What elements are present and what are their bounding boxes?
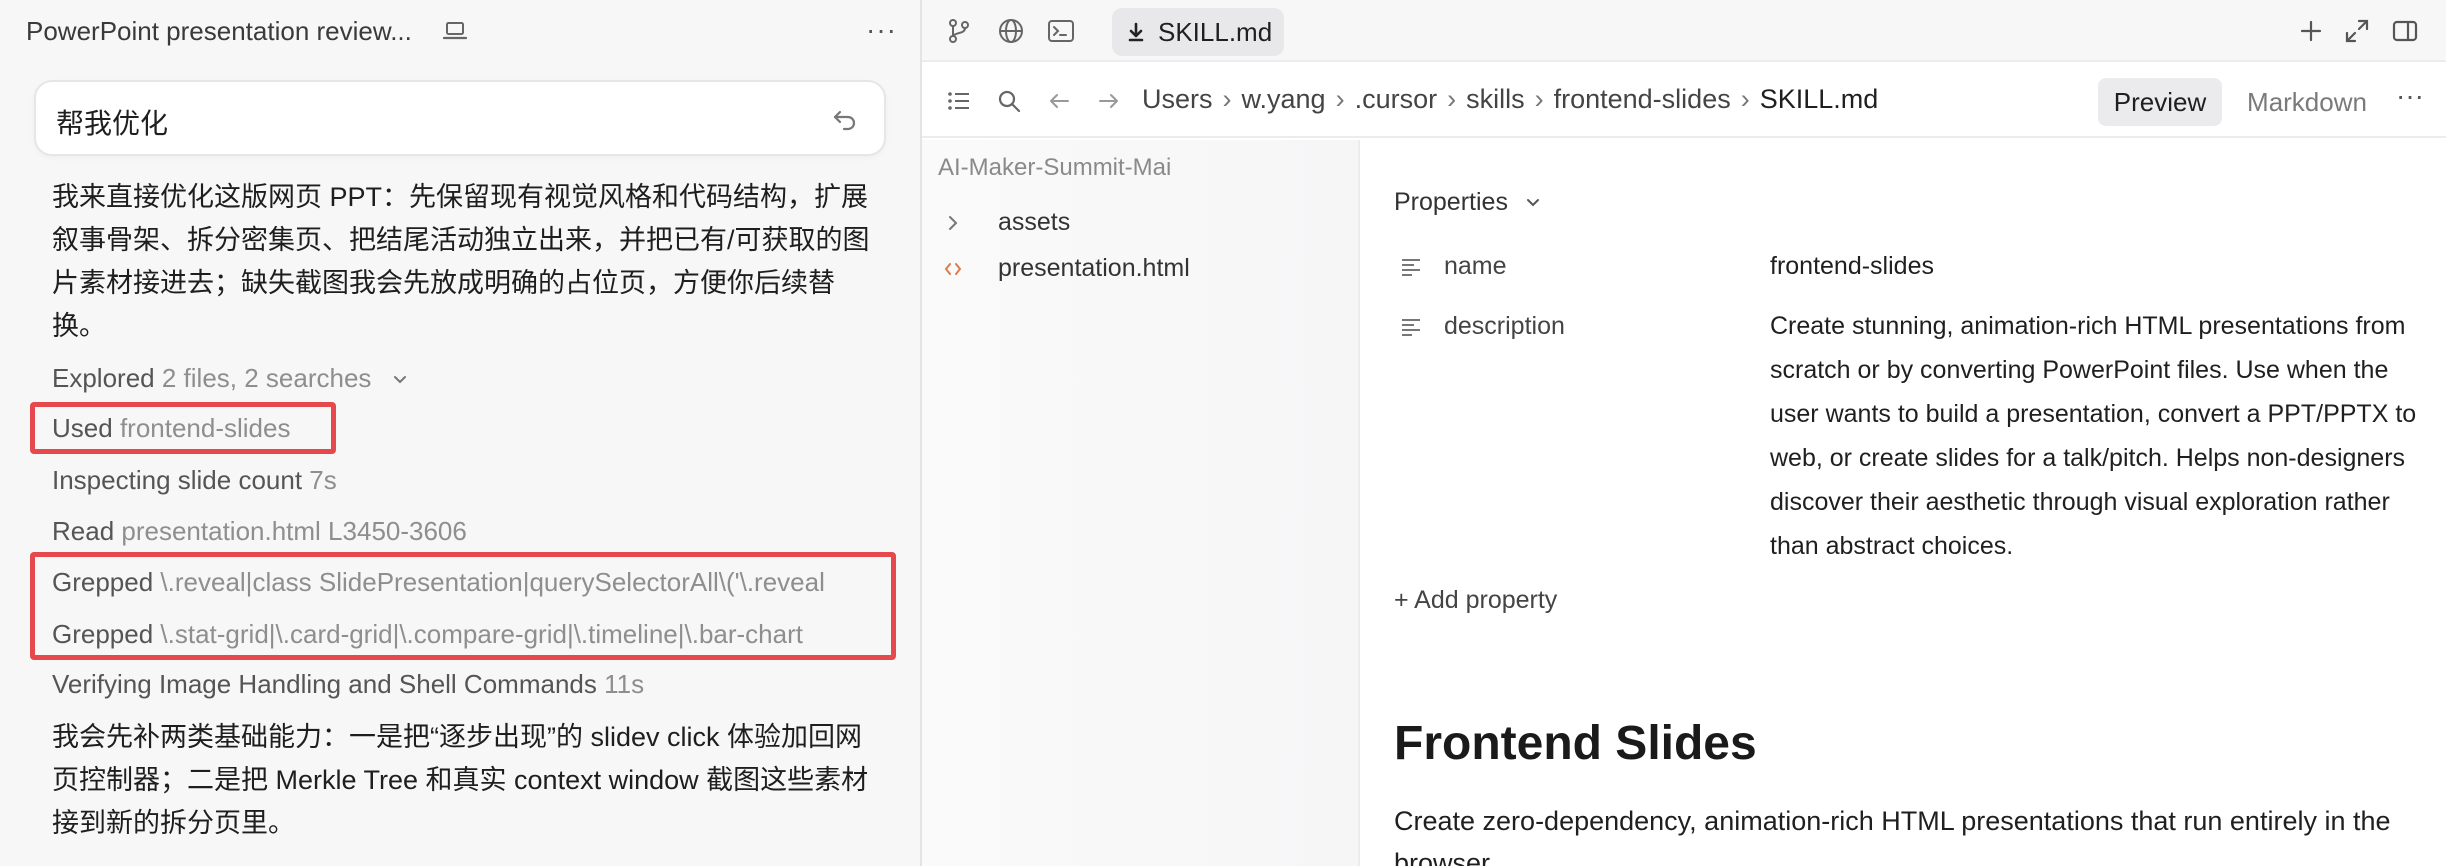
- add-property-button[interactable]: + Add property: [1394, 586, 1557, 615]
- file-tree: AI-Maker-Summit-Mai assets presentation.…: [922, 140, 1360, 866]
- search-icon[interactable]: [994, 86, 1024, 116]
- highlight-box-used: [30, 402, 336, 454]
- step-explored[interactable]: Explored 2 files, 2 searches: [52, 358, 407, 398]
- breadcrumb-current[interactable]: SKILL.md: [1760, 84, 1879, 114]
- property-row-description[interactable]: description Create stunning, animation-r…: [1394, 304, 2416, 568]
- editor-pane: SKILL.md Users › w.yang › .cursor › skills ›: [922, 0, 2446, 866]
- tree-item-assets[interactable]: assets: [942, 204, 1342, 244]
- properties-header[interactable]: Properties: [1394, 188, 1541, 217]
- arrow-left-icon[interactable]: [1044, 86, 1074, 116]
- more-options-button[interactable]: ···: [866, 14, 897, 46]
- property-row-name[interactable]: name frontend-slides: [1394, 244, 2414, 292]
- property-value[interactable]: Create stunning, animation-rich HTML pre…: [1770, 304, 2420, 568]
- breadcrumb-item[interactable]: frontend-slides: [1554, 84, 1731, 114]
- step-detail: 7s: [309, 465, 337, 495]
- assistant-message: 我来直接优化这版网页 PPT：先保留现有视觉风格和代码结构，扩展叙事骨架、拆分密…: [52, 182, 870, 341]
- step-detail: 2 files, 2 searches: [161, 363, 372, 393]
- sidebar-toggle-icon[interactable]: [2390, 16, 2420, 46]
- list-icon[interactable]: [944, 86, 974, 116]
- step-verb: Verifying Image Handling and Shell Comma…: [52, 669, 597, 699]
- step-verifying[interactable]: Verifying Image Handling and Shell Comma…: [52, 664, 644, 704]
- tab-bar: SKILL.md: [922, 0, 2446, 62]
- chat-pane: PowerPoint presentation review... ··· 帮我…: [0, 0, 922, 866]
- git-branch-icon[interactable]: [944, 16, 974, 46]
- tree-item-label: assets: [998, 208, 1071, 236]
- breadcrumb-item[interactable]: skills: [1466, 84, 1525, 114]
- expand-icon[interactable]: [2342, 16, 2372, 46]
- breadcrumb-separator: ›: [1222, 84, 1232, 114]
- document-paragraph: Create zero-dependency, animation-rich H…: [1394, 806, 2391, 866]
- code-icon: [944, 263, 962, 275]
- plus-icon[interactable]: [2296, 16, 2326, 46]
- chevron-right-icon: [949, 216, 958, 230]
- undo-icon[interactable]: [830, 104, 860, 134]
- editor-navbar: Users › w.yang › .cursor › skills › frontend-sli…: [922, 64, 2446, 138]
- chevron-down-icon: [1526, 199, 1539, 207]
- chat-title[interactable]: PowerPoint presentation review...: [26, 16, 412, 47]
- markdown-preview: Properties name frontend-slides descript…: [1362, 140, 2446, 866]
- breadcrumb-item[interactable]: w.yang: [1242, 84, 1326, 114]
- property-value[interactable]: frontend-slides: [1770, 244, 2420, 288]
- download-icon: [1128, 22, 1144, 42]
- step-verb: Explored: [52, 363, 155, 393]
- breadcrumb-item[interactable]: .cursor: [1355, 84, 1438, 114]
- breadcrumb-separator: ›: [1534, 84, 1544, 114]
- breadcrumb-separator: ›: [1447, 84, 1457, 114]
- text-lines-icon: [1402, 259, 1420, 276]
- globe-icon[interactable]: [996, 16, 1026, 46]
- markdown-button[interactable]: Markdown: [2232, 78, 2382, 126]
- breadcrumb-item[interactable]: Users: [1142, 84, 1213, 114]
- terminal-icon[interactable]: [1046, 16, 1076, 46]
- tree-item-presentation-html[interactable]: presentation.html: [942, 250, 1342, 290]
- preview-button[interactable]: Preview: [2098, 78, 2222, 126]
- properties-label: Properties: [1394, 188, 1508, 216]
- breadcrumb-separator: ›: [1740, 84, 1750, 114]
- tab-skill-md[interactable]: SKILL.md: [1112, 8, 1284, 56]
- step-detail: 11s: [604, 669, 645, 699]
- tree-root-folder[interactable]: AI-Maker-Summit-Mai: [938, 154, 1171, 182]
- assistant-followup-message: 我会先补两类基础能力：一是把“逐步出现”的 slidev click 体验加回网…: [52, 722, 869, 838]
- user-prompt-text: 帮我优化: [56, 108, 169, 139]
- chevron-down-icon[interactable]: [393, 373, 407, 387]
- more-options-button[interactable]: ···: [2396, 80, 2424, 112]
- property-key: name: [1444, 252, 1507, 280]
- step-verb: Read: [52, 516, 115, 546]
- tree-item-label: presentation.html: [998, 254, 1190, 282]
- step-read[interactable]: Read presentation.html L3450-3606: [52, 511, 467, 551]
- highlight-box-grep: [30, 552, 896, 660]
- breadcrumb: Users › w.yang › .cursor › skills › frontend-sli…: [1142, 84, 1878, 115]
- laptop-icon[interactable]: [442, 18, 468, 44]
- chat-header: PowerPoint presentation review... ···: [0, 0, 920, 62]
- document-heading: Frontend Slides: [1394, 717, 1757, 770]
- step-detail: presentation.html L3450-3606: [121, 516, 467, 546]
- step-verb: Inspecting slide count: [52, 465, 303, 495]
- step-inspecting[interactable]: Inspecting slide count 7s: [52, 460, 337, 500]
- user-prompt-box[interactable]: 帮我优化: [34, 80, 886, 156]
- text-lines-icon: [1402, 319, 1420, 336]
- breadcrumb-separator: ›: [1335, 84, 1345, 114]
- tab-label: SKILL.md: [1158, 17, 1273, 47]
- property-key: description: [1444, 312, 1565, 340]
- arrow-right-icon[interactable]: [1094, 86, 1124, 116]
